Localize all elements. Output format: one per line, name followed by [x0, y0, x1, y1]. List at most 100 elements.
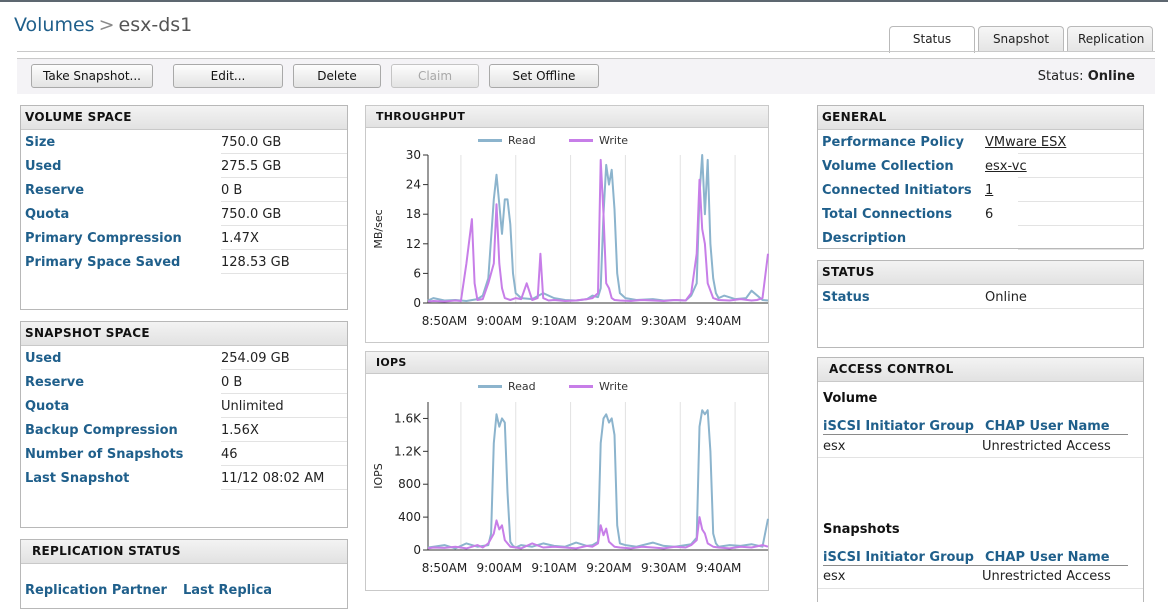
- volume-table-divider: [823, 434, 1128, 435]
- status-row: Status Online: [818, 285, 1143, 309]
- tab-underline: [17, 51, 1155, 52]
- general-value: 6: [985, 207, 994, 222]
- volume-space-row: Reserve 0 B: [21, 178, 347, 202]
- snapshot-space-label: Number of Snapshots: [25, 447, 184, 462]
- x-tick-label: 8:50AM: [422, 314, 468, 328]
- volume-space-label: Primary Compression: [25, 231, 182, 246]
- volume-space-value: 750.0 GB: [221, 207, 282, 222]
- throughput-plot: 8:50AM 9:00AM 9:10AM 9:20AM 9:30AM 9:40AM 0 6 12…: [372, 148, 769, 328]
- breadcrumb-separator: >: [98, 14, 115, 36]
- general-row: Description: [818, 226, 1143, 250]
- throughput-chart: THROUGHPUT Read Write 8:50AM 9:00AM 9:10AM…: [365, 105, 769, 343]
- access-control-title: ACCESS CONTROL: [818, 358, 1143, 382]
- x-tick-label: 9:00AM: [477, 561, 523, 575]
- volume-space-panel: VOLUME SPACE Size 750.0 GB Used 275.5 GB Res…: [20, 105, 348, 310]
- volume-space-row: Primary Space Saved 128.53 GB: [21, 250, 347, 274]
- volume-initiator-group-header: iSCSI Initiator Group: [823, 419, 974, 434]
- iops-plot: 8:50AM 9:00AM 9:10AM 9:20AM 9:30AM 9:40AM 0 400…: [372, 402, 769, 575]
- breadcrumb-current: esx-ds1: [118, 14, 193, 36]
- volume-space-row: Used 275.5 GB: [21, 154, 347, 178]
- tab-snapshot[interactable]: Snapshot: [978, 26, 1064, 52]
- x-tick-label: 9:20AM: [586, 561, 632, 575]
- edit-button[interactable]: Edit...: [173, 64, 283, 88]
- volume-space-label: Size: [25, 135, 56, 150]
- toolbar-status-label: Status:: [1037, 69, 1084, 84]
- y-tick-label: 24: [406, 178, 421, 192]
- claim-button[interactable]: Claim: [391, 64, 479, 88]
- volume-space-row: Quota 750.0 GB: [21, 202, 347, 226]
- snapshot-space-row: Quota Unlimited: [21, 394, 347, 418]
- general-label: Total Connections: [822, 207, 953, 222]
- snapshot-space-value: Unlimited: [221, 399, 284, 414]
- replication-status-title: REPLICATION STATUS: [21, 540, 347, 564]
- general-value[interactable]: VMware ESX: [985, 135, 1066, 150]
- x-tick-label: 9:30AM: [641, 314, 687, 328]
- status-value: Online: [985, 290, 1027, 305]
- x-tick-label: 9:00AM: [477, 314, 523, 328]
- snapshots-table-divider: [823, 565, 1128, 566]
- snapshots-chap-user-value: Unrestricted Access: [982, 569, 1111, 584]
- general-row: Volume Collection esx-vc: [818, 154, 1143, 178]
- snapshots-initiator-group-header: iSCSI Initiator Group: [823, 550, 974, 565]
- snapshots-chap-user-header: CHAP User Name: [985, 550, 1110, 565]
- general-row: Connected Initiators 1: [818, 178, 1143, 202]
- general-label: Volume Collection: [822, 159, 954, 174]
- status-panel: STATUS Status Online: [817, 260, 1144, 348]
- volume-space-value: 1.47X: [221, 231, 259, 246]
- snapshot-space-label: Backup Compression: [25, 423, 178, 438]
- take-snapshot-button[interactable]: Take Snapshot...: [31, 64, 153, 88]
- volume-space-row: Primary Compression 1.47X: [21, 226, 347, 250]
- status-label: Status: [822, 290, 870, 305]
- general-value[interactable]: esx-vc: [985, 159, 1027, 174]
- snapshot-space-row: Reserve 0 B: [21, 370, 347, 394]
- volume-chap-user-header: CHAP User Name: [985, 419, 1110, 434]
- y-tick-label: 0: [413, 296, 421, 310]
- volume-space-label: Quota: [25, 207, 70, 222]
- x-tick-label: 9:10AM: [531, 561, 577, 575]
- access-volume-title: Volume: [823, 391, 878, 406]
- y-tick-label: 0: [413, 543, 421, 557]
- y-axis-label: MB/sec: [372, 209, 385, 248]
- row-divider: [818, 457, 1143, 458]
- toolbar-status-value: Online: [1087, 69, 1135, 84]
- snapshot-space-row: Last Snapshot 11/12 08:02 AM: [21, 466, 347, 490]
- volume-space-value: 750.0 GB: [221, 135, 282, 150]
- tab-status[interactable]: Status: [889, 26, 975, 53]
- snapshot-space-panel: SNAPSHOT SPACE Used 254.09 GB Reserve 0 B Qu…: [20, 321, 348, 528]
- y-tick-label: 1.6K: [394, 411, 422, 425]
- y-tick-label: 800: [398, 477, 421, 491]
- snapshot-space-title: SNAPSHOT SPACE: [21, 322, 347, 346]
- general-title: GENERAL: [818, 106, 1143, 130]
- replication-partner-header: Replication Partner: [25, 583, 167, 598]
- series-line-write: [427, 158, 769, 303]
- detail-tabs: Status Snapshot Replication: [889, 26, 1153, 53]
- row-divider: [1018, 249, 1143, 250]
- volume-space-label: Used: [25, 159, 62, 174]
- x-tick-label: 9:10AM: [531, 314, 577, 328]
- general-value[interactable]: 1: [985, 183, 993, 198]
- snapshot-space-value: 11/12 08:02 AM: [221, 471, 325, 486]
- row-divider: [221, 273, 347, 274]
- y-axis-label: IOPS: [372, 463, 385, 489]
- x-tick-label: 8:50AM: [422, 561, 468, 575]
- tab-replication[interactable]: Replication: [1067, 26, 1153, 52]
- toolbar: Take Snapshot... Edit... Delete Claim Se…: [17, 58, 1155, 94]
- general-label: Connected Initiators: [822, 183, 972, 198]
- volume-chap-user-value: Unrestricted Access: [982, 439, 1111, 454]
- x-tick-label: 9:30AM: [641, 561, 687, 575]
- access-snapshots-title: Snapshots: [823, 522, 900, 537]
- toolbar-status: Status: Online: [1038, 69, 1135, 84]
- x-tick-label: 9:40AM: [696, 561, 742, 575]
- delete-button[interactable]: Delete: [293, 64, 381, 88]
- access-control-panel: ACCESS CONTROL Volume iSCSI Initiator Gr…: [817, 357, 1144, 602]
- snapshot-space-label: Quota: [25, 399, 70, 414]
- breadcrumb-volumes-link[interactable]: Volumes: [14, 14, 95, 36]
- volume-space-label: Primary Space Saved: [25, 255, 181, 270]
- volume-space-title: VOLUME SPACE: [21, 106, 347, 130]
- y-tick-label: 6: [413, 266, 421, 280]
- snapshot-space-value: 46: [221, 447, 238, 462]
- y-tick-label: 12: [406, 237, 421, 251]
- row-divider: [221, 489, 347, 490]
- set-offline-button[interactable]: Set Offline: [489, 64, 599, 88]
- y-tick-label: 30: [406, 148, 421, 162]
